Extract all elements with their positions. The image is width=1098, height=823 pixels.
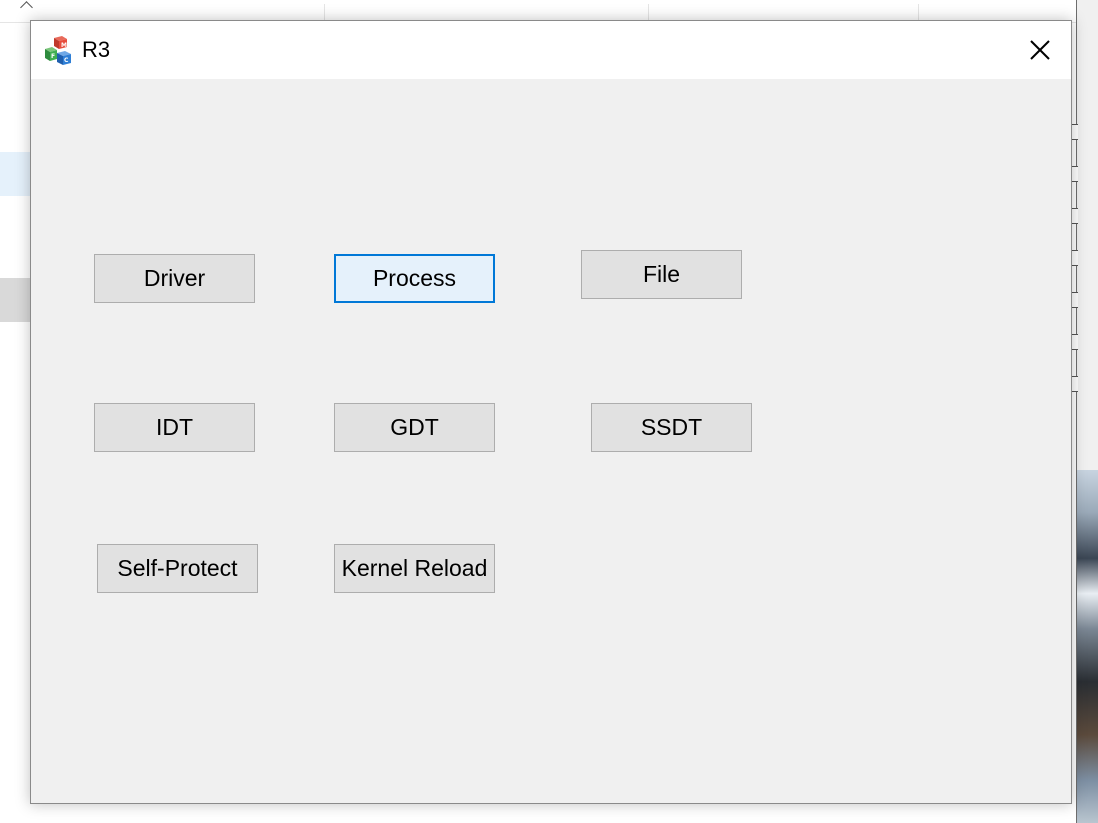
background-edge-handle xyxy=(1071,124,1078,140)
mfc-app-icon: M F C xyxy=(43,35,75,67)
close-button[interactable] xyxy=(1009,21,1071,79)
background-edge-handle xyxy=(1071,376,1078,392)
background-gray-row xyxy=(0,278,32,322)
r3-dialog-window: M F C R3 Driver Process File IDT GDT SSD… xyxy=(30,20,1072,804)
background-edge-handle xyxy=(1071,292,1078,308)
sort-caret-icon xyxy=(20,1,33,14)
gdt-button[interactable]: GDT xyxy=(334,403,495,452)
background-edge-handle xyxy=(1071,250,1078,266)
background-edge-handle xyxy=(1071,166,1078,182)
desktop-wallpaper xyxy=(1077,470,1098,823)
dialog-client-area: Driver Process File IDT GDT SSDT Self-Pr… xyxy=(31,79,1071,803)
svg-text:F: F xyxy=(51,53,55,60)
self-protect-button[interactable]: Self-Protect xyxy=(97,544,258,593)
process-button[interactable]: Process xyxy=(334,254,495,303)
svg-text:C: C xyxy=(64,57,69,64)
background-edge-handle xyxy=(1071,334,1078,350)
kernel-reload-button[interactable]: Kernel Reload xyxy=(334,544,495,593)
close-icon xyxy=(1030,40,1050,60)
background-selected-row xyxy=(0,152,32,196)
svg-text:M: M xyxy=(61,42,67,49)
idt-button[interactable]: IDT xyxy=(94,403,255,452)
file-button[interactable]: File xyxy=(581,250,742,299)
window-title: R3 xyxy=(82,37,111,62)
background-edge-handle xyxy=(1071,208,1078,224)
title-bar[interactable]: M F C R3 xyxy=(31,21,1071,79)
driver-button[interactable]: Driver xyxy=(94,254,255,303)
ssdt-button[interactable]: SSDT xyxy=(591,403,752,452)
